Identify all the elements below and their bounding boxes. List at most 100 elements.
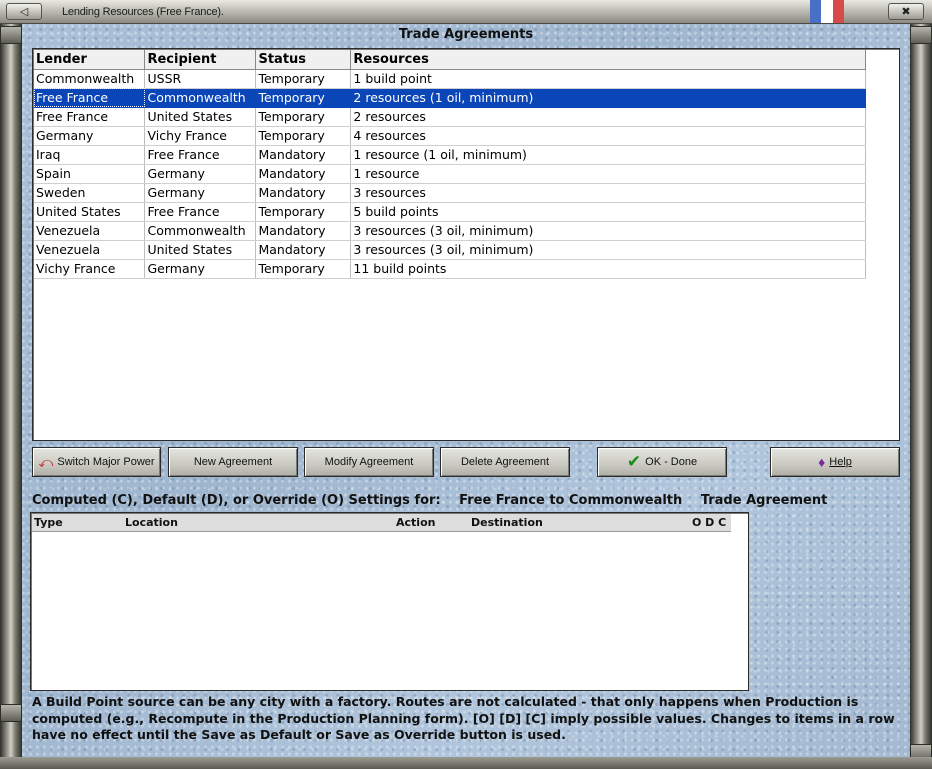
cell-status: Mandatory (255, 221, 352, 241)
cell-recipient: Commonwealth (144, 221, 257, 241)
cell-lender: Commonwealth (34, 69, 146, 89)
column-header-lender[interactable]: Lender (34, 50, 146, 70)
table-header-row: Lender Recipient Status Resources (34, 50, 866, 70)
cell-status: Temporary (255, 259, 352, 279)
cell-resources: 1 resource (350, 164, 866, 184)
cell-status: Mandatory (255, 183, 352, 203)
cell-resources: 1 resource (1 oil, minimum) (350, 145, 866, 165)
minimize-button[interactable]: ◁ (6, 3, 42, 20)
title-bar: ◁ Lending Resources (Free France). ✖ (0, 0, 932, 24)
column-header-recipient[interactable]: Recipient (144, 50, 257, 70)
table-row[interactable]: Commonwealth USSR Temporary 1 build point (34, 69, 866, 89)
settings-col-odc[interactable]: O D C (692, 516, 726, 529)
trade-agreements-rows: Commonwealth USSR Temporary 1 build point Fr… (34, 69, 866, 279)
cell-status: Temporary (255, 107, 352, 127)
help-note: A Build Point source can be any city wit… (32, 694, 895, 742)
settings-col-type[interactable]: Type (34, 516, 63, 529)
table-row[interactable]: Venezuela United States Mandatory 3 resourc… (34, 240, 866, 260)
delete-agreement-button[interactable]: Delete Agreement (440, 447, 570, 477)
settings-col-destination[interactable]: Destination (471, 516, 543, 529)
column-header-status[interactable]: Status (255, 50, 352, 70)
switch-major-power-button[interactable]: ⤺ Switch Major Power (32, 447, 161, 477)
modify-agreement-button[interactable]: Modify Agreement (304, 447, 434, 477)
settings-col-action[interactable]: Action (396, 516, 435, 529)
switch-arrow-icon: ⤺ (38, 454, 54, 470)
cell-lender: United States (34, 202, 146, 222)
cell-status: Mandatory (255, 240, 352, 260)
window-frame: ◁ Lending Resources (Free France). ✖ Tra… (0, 0, 932, 769)
help-book-icon: ♦ (818, 454, 826, 470)
table-row[interactable]: Venezuela Commonwealth Mandatory 3 resource… (34, 221, 866, 241)
table-row[interactable]: United States Free France Temporary 5 build… (34, 202, 866, 222)
dialog-content: Trade Agreements Lender Recipient Status… (22, 24, 910, 757)
flag-stripe-blue (810, 0, 822, 23)
new-agreement-label: New Agreement (193, 456, 273, 468)
cell-recipient: United States (144, 107, 257, 127)
table-row[interactable]: Germany Vichy France Temporary 4 resources (34, 126, 866, 146)
cell-lender: Sweden (34, 183, 146, 203)
cell-recipient: Germany (144, 259, 257, 279)
cell-lender: Spain (34, 164, 146, 184)
delete-agreement-label: Delete Agreement (460, 456, 550, 468)
cell-recipient: Free France (144, 145, 257, 165)
cell-status: Temporary (255, 88, 352, 108)
table-row[interactable]: Vichy France Germany Temporary 11 build poi… (34, 259, 866, 279)
new-agreement-button[interactable]: New Agreement (168, 447, 298, 477)
table-row[interactable]: Sweden Germany Mandatory 3 resources (34, 183, 866, 203)
settings-grid[interactable]: Type Location Action Destination O D C (30, 512, 749, 691)
cell-resources: 2 resources (350, 107, 866, 127)
column-header-resources[interactable]: Resources (350, 50, 866, 70)
right-rail-cap-top (910, 26, 932, 44)
cell-lender: Iraq (34, 145, 146, 165)
cell-status: Temporary (255, 202, 352, 222)
cell-resources: 11 build points (350, 259, 866, 279)
cell-lender: Vichy France (34, 259, 146, 279)
table-row[interactable]: Free France Commonwealth Temporary 2 resour… (34, 88, 866, 108)
flag-stripe-red (832, 0, 844, 23)
ok-done-label: OK - Done (645, 456, 698, 468)
settings-header-row: Type Location Action Destination O D C (32, 514, 731, 532)
table-row[interactable]: Free France United States Temporary 2 resou… (34, 107, 866, 127)
cell-status: Temporary (255, 126, 352, 146)
cell-resources: 5 build points (350, 202, 866, 222)
cell-resources: 3 resources (3 oil, minimum) (350, 240, 866, 260)
cell-status: Temporary (255, 69, 352, 89)
bottom-frame-bar (0, 757, 932, 769)
close-icon: ✖ (901, 5, 911, 18)
cell-resources: 4 resources (350, 126, 866, 146)
close-button[interactable]: ✖ (888, 3, 924, 20)
cell-lender: Venezuela (34, 221, 146, 241)
table-row[interactable]: Iraq Free France Mandatory 1 resource (1 oi… (34, 145, 866, 165)
help-button[interactable]: ♦ Help (770, 447, 900, 477)
settings-caption: Computed (C), Default (D), or Override (… (32, 493, 841, 508)
window-title: Lending Resources (Free France). (62, 6, 224, 18)
cell-lender: Venezuela (34, 240, 146, 260)
cell-lender: Free France (34, 107, 146, 127)
cell-recipient: Vichy France (144, 126, 257, 146)
cell-status: Mandatory (255, 164, 352, 184)
settings-caption-text: Computed (C), Default (D), or Override (… (32, 493, 441, 508)
cell-recipient: Commonwealth (144, 88, 257, 108)
right-frame-rail (910, 24, 932, 769)
modify-agreement-label: Modify Agreement (324, 456, 414, 468)
trade-agreements-table: Lender Recipient Status Resources Common… (34, 50, 866, 279)
ok-done-button[interactable]: ✔ OK - Done (597, 447, 727, 477)
cell-recipient: Free France (144, 202, 257, 222)
cell-recipient: Germany (144, 183, 257, 203)
cell-resources: 2 resources (1 oil, minimum) (350, 88, 866, 108)
cell-recipient: United States (144, 240, 257, 260)
cell-recipient: Germany (144, 164, 257, 184)
trade-agreements-grid[interactable]: Lender Recipient Status Resources Common… (32, 48, 900, 441)
nation-flag (810, 0, 844, 23)
table-row[interactable]: Spain Germany Mandatory 1 resource (34, 164, 866, 184)
settings-kind: Trade Agreement (700, 493, 828, 508)
trade-agreements-title: Trade Agreements (398, 27, 534, 42)
help-label: Help (829, 456, 852, 468)
settings-subject: Free France to Commonwealth (459, 493, 683, 508)
left-rail-cap-bottom (0, 704, 22, 722)
settings-col-location[interactable]: Location (125, 516, 178, 529)
cell-recipient: USSR (144, 69, 257, 89)
minimize-icon: ◁ (19, 5, 29, 18)
cell-resources: 3 resources (3 oil, minimum) (350, 221, 866, 241)
cell-status: Mandatory (255, 145, 352, 165)
